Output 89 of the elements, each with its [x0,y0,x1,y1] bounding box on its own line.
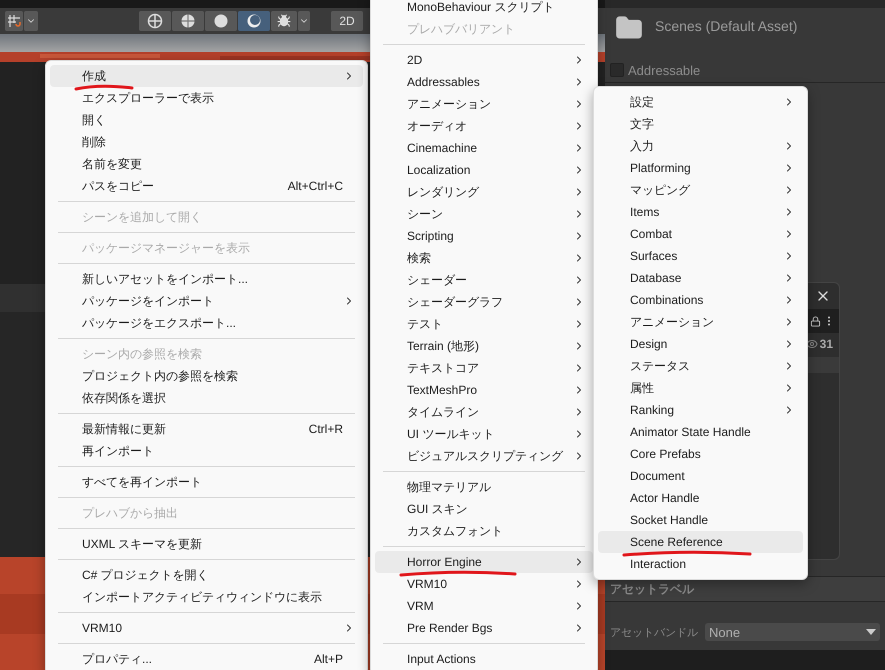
menu-item[interactable]: Database [598,267,803,289]
menu-item[interactable]: MonoBehaviour スクリプト [375,0,593,18]
grid-snap-button[interactable] [5,11,23,31]
lock-icon[interactable] [810,316,821,326]
menu-item[interactable]: シェーダーグラフ [375,291,593,313]
shaded-wireframe-sphere-icon [180,13,196,29]
asset-bundle-dropdown[interactable]: None [705,623,880,641]
sphere-icon [213,13,229,29]
menu-item[interactable]: 2D [375,49,593,71]
menu-item[interactable]: 削除 [50,131,363,153]
menu-item[interactable]: Localization [375,159,593,181]
menu-item[interactable]: パッケージをエクスポート... [50,312,363,334]
shading-mode-button[interactable] [172,11,204,31]
menu-item[interactable]: UI ツールキット [375,423,593,445]
menu-item[interactable]: UXML スキーマを更新 [50,533,363,555]
menu-item[interactable]: Combat [598,223,803,245]
menu-item[interactable]: タイムライン [375,401,593,423]
menu-item[interactable]: パッケージをインポート [50,290,363,312]
menu-item[interactable]: パスをコピー Alt+Ctrl+C [50,175,363,197]
eye-icon [806,338,818,350]
asset-title: Scenes (Default Asset) [655,18,798,34]
menu-item[interactable]: Input Actions [375,648,593,670]
menu-item[interactable]: 検索 [375,247,593,269]
checkbox-label: Addressable [628,62,700,78]
menu-item[interactable]: Interaction [598,553,803,575]
menu-item[interactable]: シーン [375,203,593,225]
menu-item[interactable]: テスト [375,313,593,335]
menu-item[interactable]: レンダリング [375,181,593,203]
menu-item[interactable]: 最新情報に更新 Ctrl+R [50,418,363,440]
menu-item[interactable]: Items [598,201,803,223]
menu-item[interactable]: VRM10 [375,573,593,595]
menu-item[interactable]: Ranking [598,399,803,421]
bug-icon [277,14,291,28]
menu-item[interactable]: 属性 [598,377,803,399]
menu-item[interactable]: Core Prefabs [598,443,803,465]
2d-mode-button[interactable]: 2D [331,11,363,31]
menu-item[interactable]: VRM10 [50,617,363,639]
menu-item[interactable]: Socket Handle [598,509,803,531]
menu-item[interactable]: 入力 [598,135,803,157]
menu-item[interactable]: エクスプローラーで表示 [50,87,363,109]
menu-item[interactable]: VRM [375,595,593,617]
grid-snap-icon [7,14,21,28]
dropdown-button[interactable] [298,11,310,31]
menu-item[interactable]: テキストコア [375,357,593,379]
menu-item[interactable]: ステータス [598,355,803,377]
menu-item[interactable]: Pre Render Bgs [375,617,593,639]
menu-item[interactable]: Addressables [375,71,593,93]
menu-item[interactable]: Terrain (地形) [375,335,593,357]
menu-item[interactable]: Platforming [598,157,803,179]
section-title: アセットラベル [610,580,694,598]
caret-icon [866,629,876,635]
menu-item[interactable]: プロパティ... Alt+P [50,648,363,670]
menu-item[interactable]: Animator State Handle [598,421,803,443]
menu-item[interactable]: すべてを再インポート [50,471,363,493]
shading-mode-button[interactable] [205,11,237,31]
menu-item[interactable]: 再インポート [50,440,363,462]
menu-item[interactable]: アニメーション [375,93,593,115]
menu-item[interactable]: 新しいアセットをインポート... [50,268,363,290]
menu-item[interactable]: オーディオ [375,115,593,137]
wireframe-sphere-icon [147,13,163,29]
menu-item[interactable]: インポートアクティビティウィンドウに表示 [50,586,363,608]
menu-item[interactable]: アニメーション [598,311,803,333]
menu-item[interactable]: C# プロジェクトを開く [50,564,363,586]
menu-item[interactable]: Scripting [375,225,593,247]
crescent-sphere-icon [246,13,262,29]
menu-item[interactable]: TextMeshPro [375,379,593,401]
menu-item[interactable]: マッピング [598,179,803,201]
menu-item[interactable]: シェーダー [375,269,593,291]
menu-item[interactable]: 依存関係を選択 [50,387,363,409]
shading-mode-button[interactable] [139,11,171,31]
menu-item[interactable]: 設定 [598,91,803,113]
menu-item[interactable]: 名前を変更 [50,153,363,175]
menu-item[interactable]: ビジュアルスクリプティング [375,445,593,467]
menu-item[interactable]: 開く [50,109,363,131]
menu-item[interactable]: プロジェクト内の参照を検索 [50,365,363,387]
menu-item[interactable]: Surfaces [598,245,803,267]
menu-item[interactable]: Cinemachine [375,137,593,159]
menu-item[interactable]: カスタムフォント [375,520,593,542]
visibility-count: 31 [820,337,833,351]
menu-item[interactable]: GUI スキン [375,498,593,520]
menu-item[interactable]: 物理マテリアル [375,476,593,498]
menu-item[interactable]: 文字 [598,113,803,135]
menu-item[interactable]: Design [598,333,803,355]
field-label: アセットバンドル [610,626,699,640]
debug-button[interactable] [271,11,297,31]
menu-item[interactable]: Document [598,465,803,487]
menu-item[interactable]: Actor Handle [598,487,803,509]
menu-item[interactable]: Combinations [598,289,803,311]
shading-mode-button[interactable] [238,11,270,31]
